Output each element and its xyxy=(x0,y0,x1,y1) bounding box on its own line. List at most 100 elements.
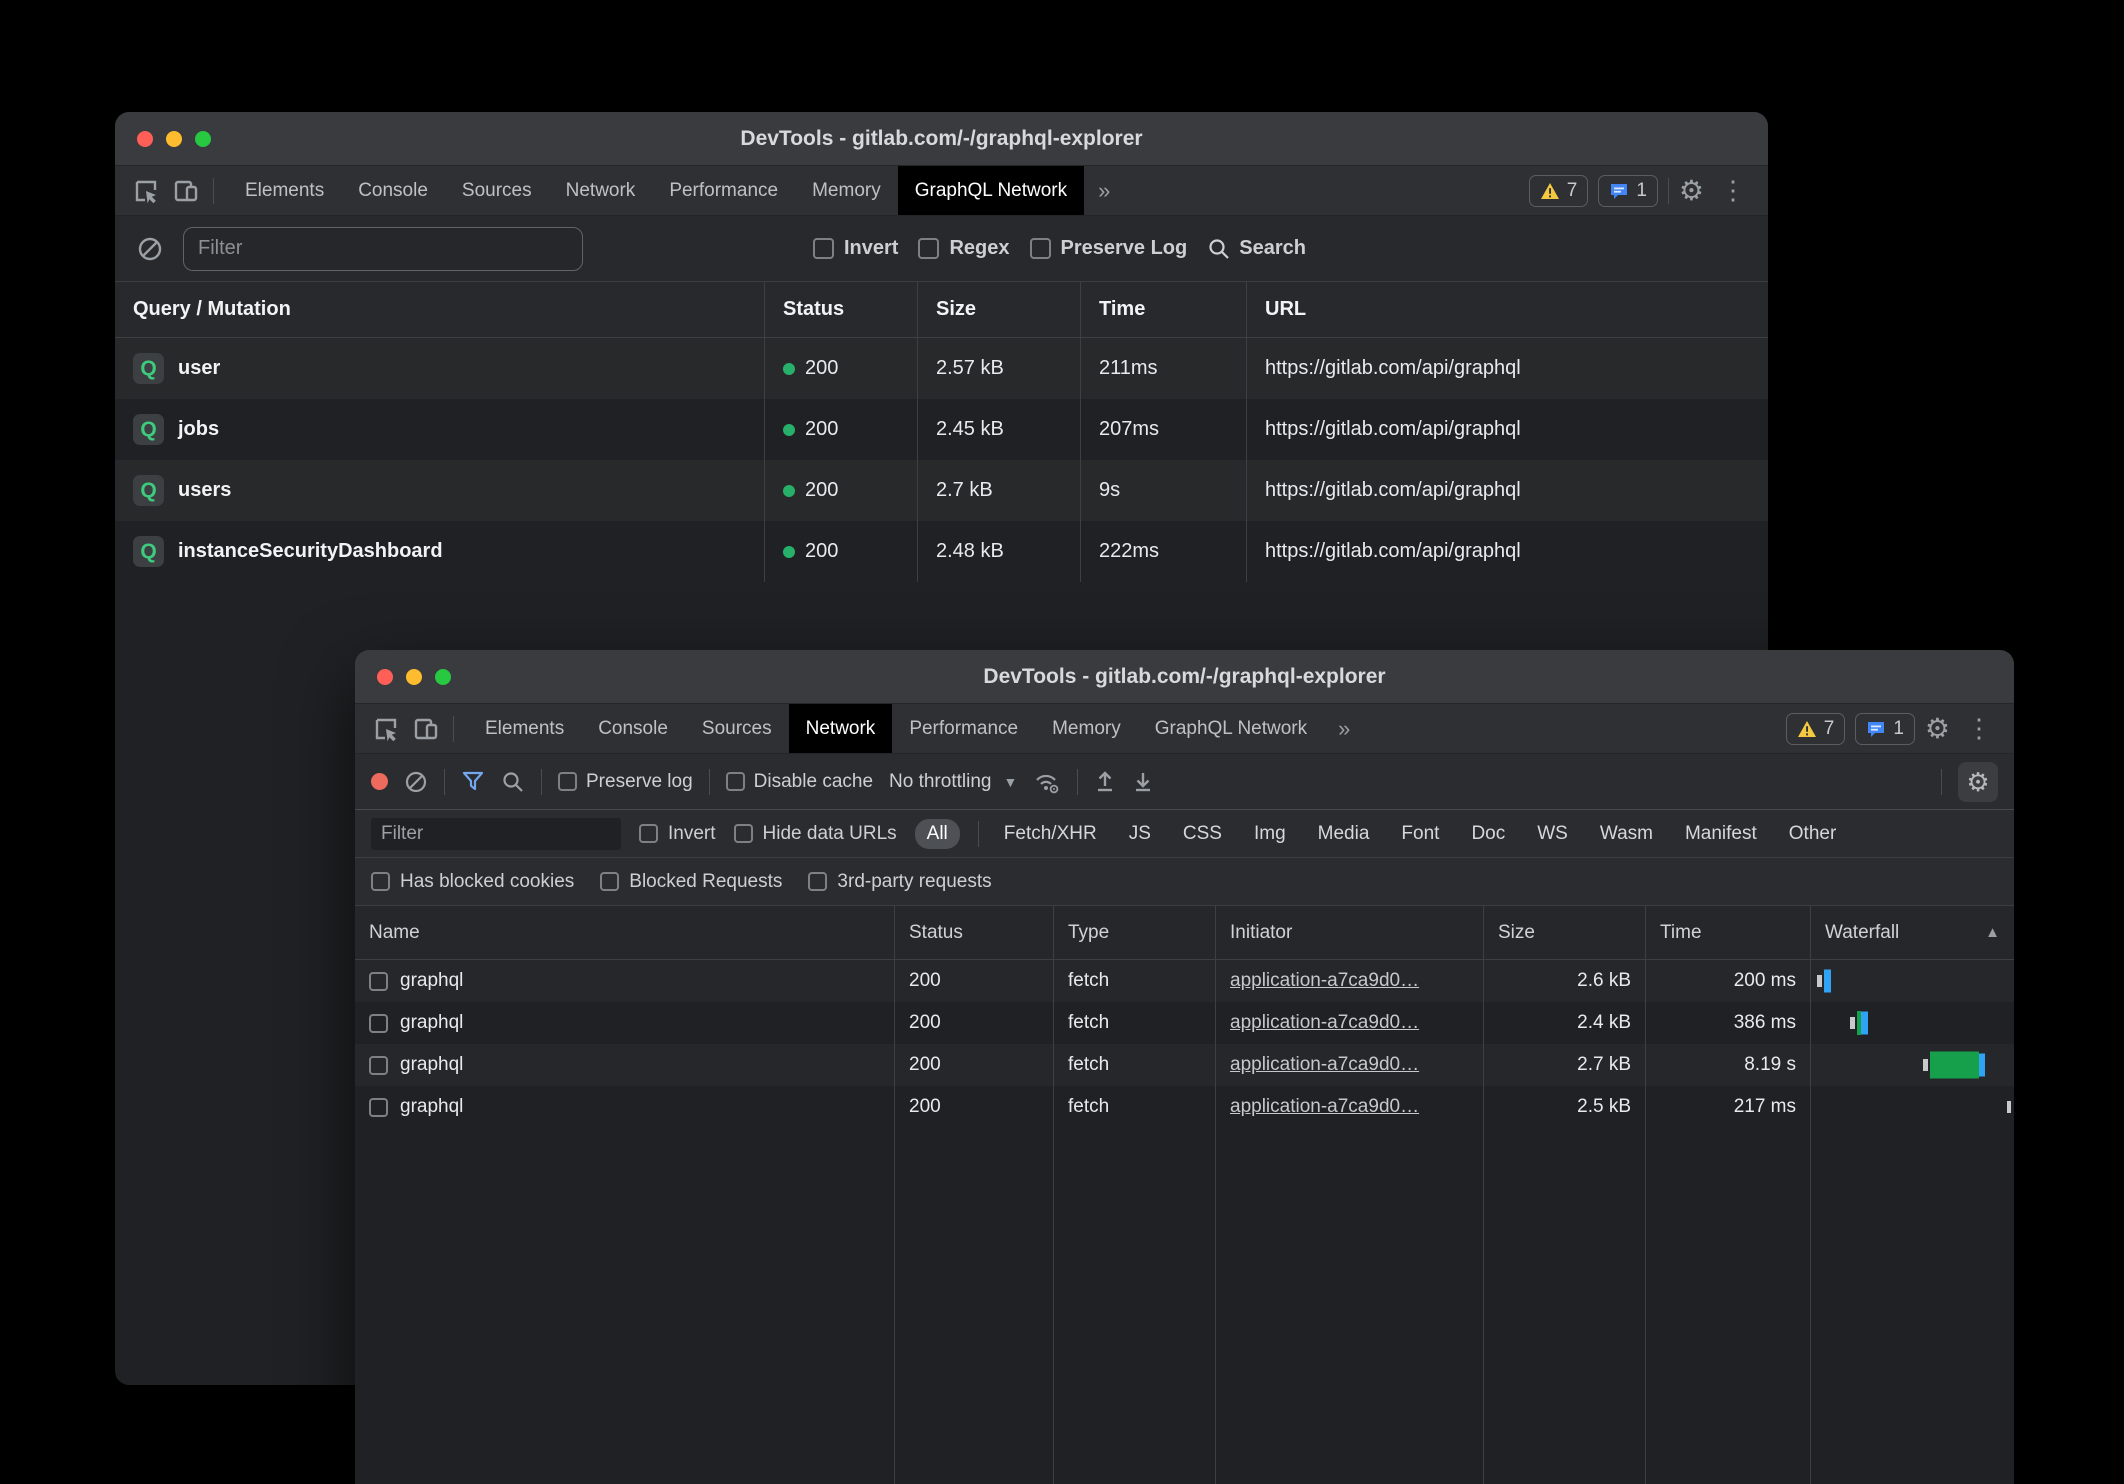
header-time[interactable]: Time xyxy=(1646,906,1811,959)
search-icon[interactable] xyxy=(501,770,525,794)
import-har-icon[interactable] xyxy=(1094,770,1116,794)
more-tabs-icon[interactable]: » xyxy=(1084,166,1124,215)
tab-performance[interactable]: Performance xyxy=(652,166,795,215)
close-window-button[interactable] xyxy=(377,669,393,685)
device-toolbar-icon[interactable] xyxy=(173,178,199,204)
request-row[interactable]: graphql 200 fetch application-a7ca9d0… 2… xyxy=(355,1086,2014,1128)
preserve-log-checkbox[interactable]: Preserve log xyxy=(558,771,693,793)
filter-chip-img[interactable]: Img xyxy=(1247,819,1293,849)
clear-icon[interactable] xyxy=(137,236,163,262)
header-size[interactable]: Size xyxy=(1484,906,1646,959)
preserve-log-checkbox[interactable]: Preserve Log xyxy=(1030,237,1188,260)
header-size[interactable]: Size xyxy=(918,282,1081,337)
checkbox[interactable] xyxy=(600,872,619,891)
row-checkbox[interactable] xyxy=(369,1014,388,1033)
back-titlebar[interactable]: DevTools - gitlab.com/-/graphql-explorer xyxy=(115,112,1768,166)
minimize-window-button[interactable] xyxy=(166,131,182,147)
filter-chip-all[interactable]: All xyxy=(915,819,960,849)
filter-chip-css[interactable]: CSS xyxy=(1176,819,1229,849)
tab-sources[interactable]: Sources xyxy=(445,166,549,215)
filter-chip-manifest[interactable]: Manifest xyxy=(1678,819,1764,849)
inspect-element-icon[interactable] xyxy=(133,178,159,204)
has-blocked-cookies-checkbox[interactable]: Has blocked cookies xyxy=(371,871,574,893)
header-waterfall[interactable]: Waterfall ▲ xyxy=(1811,906,2014,959)
checkbox[interactable] xyxy=(558,772,577,791)
warnings-badge[interactable]: 7 xyxy=(1529,175,1589,207)
menu-kebab-icon[interactable]: ⋮ xyxy=(1960,713,1998,744)
checkbox[interactable] xyxy=(1030,238,1051,259)
header-url[interactable]: URL xyxy=(1247,282,1768,337)
checkbox[interactable] xyxy=(726,772,745,791)
zoom-window-button[interactable] xyxy=(435,669,451,685)
request-row[interactable]: graphql 200 fetch application-a7ca9d0… 2… xyxy=(355,1044,2014,1086)
checkbox[interactable] xyxy=(808,872,827,891)
filter-chip-fetch-xhr[interactable]: Fetch/XHR xyxy=(997,819,1104,849)
header-name[interactable]: Name xyxy=(355,906,895,959)
settings-gear-icon[interactable]: ⚙ xyxy=(1925,715,1950,743)
zoom-window-button[interactable] xyxy=(195,131,211,147)
invert-checkbox[interactable]: Invert xyxy=(639,823,716,845)
tab-console[interactable]: Console xyxy=(341,166,445,215)
initiator-link[interactable]: application-a7ca9d0… xyxy=(1230,1012,1419,1034)
minimize-window-button[interactable] xyxy=(406,669,422,685)
tab-elements[interactable]: Elements xyxy=(228,166,341,215)
filter-input[interactable] xyxy=(183,227,583,271)
tab-memory[interactable]: Memory xyxy=(795,166,898,215)
throttling-dropdown[interactable]: No throttling ▼ xyxy=(889,771,1017,793)
checkbox[interactable] xyxy=(918,238,939,259)
tab-elements[interactable]: Elements xyxy=(468,704,581,753)
network-filter-input[interactable] xyxy=(371,818,621,850)
filter-chip-wasm[interactable]: Wasm xyxy=(1593,819,1660,849)
invert-checkbox[interactable]: Invert xyxy=(813,237,898,260)
checkbox[interactable] xyxy=(734,824,753,843)
initiator-link[interactable]: application-a7ca9d0… xyxy=(1230,970,1419,992)
row-checkbox[interactable] xyxy=(369,1098,388,1117)
checkbox[interactable] xyxy=(371,872,390,891)
tab-graphql-network[interactable]: GraphQL Network xyxy=(898,166,1084,215)
table-row[interactable]: Qjobs 200 2.45 kB 207ms https://gitlab.c… xyxy=(115,399,1768,460)
table-row[interactable]: Qusers 200 2.7 kB 9s https://gitlab.com/… xyxy=(115,460,1768,521)
tab-sources[interactable]: Sources xyxy=(685,704,789,753)
header-status[interactable]: Status xyxy=(895,906,1054,959)
tab-network[interactable]: Network xyxy=(549,166,653,215)
front-titlebar[interactable]: DevTools - gitlab.com/-/graphql-explorer xyxy=(355,650,2014,704)
issues-badge[interactable]: 1 xyxy=(1855,713,1915,745)
table-row[interactable]: QinstanceSecurityDashboard 200 2.48 kB 2… xyxy=(115,521,1768,582)
table-row[interactable]: Quser 200 2.57 kB 211ms https://gitlab.c… xyxy=(115,338,1768,399)
third-party-requests-checkbox[interactable]: 3rd-party requests xyxy=(808,871,991,893)
menu-kebab-icon[interactable]: ⋮ xyxy=(1714,175,1752,206)
device-toolbar-icon[interactable] xyxy=(413,716,439,742)
request-row[interactable]: graphql 200 fetch application-a7ca9d0… 2… xyxy=(355,1002,2014,1044)
warnings-badge[interactable]: 7 xyxy=(1786,713,1846,745)
header-time[interactable]: Time xyxy=(1081,282,1247,337)
request-row[interactable]: graphql 200 fetch application-a7ca9d0… 2… xyxy=(355,960,2014,1002)
initiator-link[interactable]: application-a7ca9d0… xyxy=(1230,1054,1419,1076)
filter-chip-font[interactable]: Font xyxy=(1394,819,1446,849)
checkbox[interactable] xyxy=(639,824,658,843)
more-tabs-icon[interactable]: » xyxy=(1324,704,1364,753)
close-window-button[interactable] xyxy=(137,131,153,147)
export-har-icon[interactable] xyxy=(1132,770,1154,794)
filter-chip-media[interactable]: Media xyxy=(1311,819,1377,849)
row-checkbox[interactable] xyxy=(369,1056,388,1075)
network-conditions-icon[interactable] xyxy=(1033,769,1061,795)
tab-network[interactable]: Network xyxy=(789,704,893,753)
filter-chip-ws[interactable]: WS xyxy=(1530,819,1575,849)
record-network-log-button[interactable] xyxy=(371,773,388,790)
tab-performance[interactable]: Performance xyxy=(892,704,1035,753)
tab-console[interactable]: Console xyxy=(581,704,685,753)
filter-funnel-icon[interactable] xyxy=(461,770,485,794)
search-toggle[interactable]: Search xyxy=(1207,237,1306,261)
row-checkbox[interactable] xyxy=(369,972,388,991)
regex-checkbox[interactable]: Regex xyxy=(918,237,1009,260)
issues-badge[interactable]: 1 xyxy=(1598,175,1658,207)
tab-memory[interactable]: Memory xyxy=(1035,704,1138,753)
network-settings-button[interactable]: ⚙ xyxy=(1958,762,1998,802)
tab-graphql-network[interactable]: GraphQL Network xyxy=(1138,704,1324,753)
header-status[interactable]: Status xyxy=(765,282,918,337)
header-type[interactable]: Type xyxy=(1054,906,1216,959)
header-query-mutation[interactable]: Query / Mutation xyxy=(115,282,765,337)
checkbox[interactable] xyxy=(813,238,834,259)
filter-chip-js[interactable]: JS xyxy=(1122,819,1158,849)
initiator-link[interactable]: application-a7ca9d0… xyxy=(1230,1096,1419,1118)
